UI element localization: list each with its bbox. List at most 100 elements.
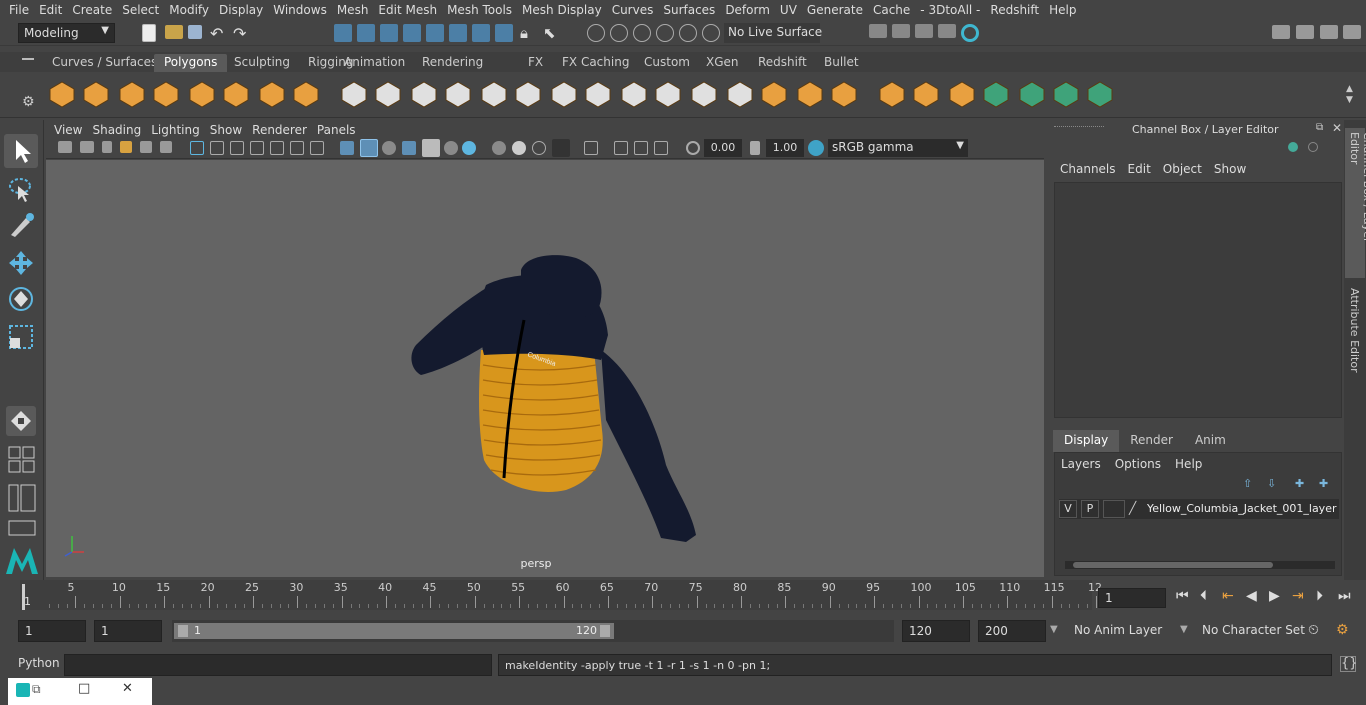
- menu-mesh-display[interactable]: Mesh Display: [517, 3, 607, 17]
- viewport-menu-shading[interactable]: Shading: [92, 123, 149, 137]
- range-start-grip[interactable]: [178, 625, 188, 637]
- shelf-tab-fx-caching[interactable]: FX Caching: [552, 54, 639, 72]
- command-input[interactable]: [64, 654, 492, 676]
- play-backward-icon[interactable]: ◀: [1246, 588, 1257, 604]
- range-end-grip[interactable]: [600, 625, 610, 637]
- poly-sphere-icon[interactable]: [48, 80, 76, 108]
- snap-surface-icon[interactable]: [679, 24, 697, 42]
- isolate-view-icon[interactable]: [654, 141, 668, 155]
- render-settings-icon[interactable]: [938, 24, 956, 38]
- move-layer-up-icon[interactable]: ⇧: [1243, 477, 1252, 490]
- attribute-editor-icon[interactable]: [1296, 25, 1314, 39]
- range-slider[interactable]: 1 120: [172, 620, 894, 642]
- menu-surfaces[interactable]: Surfaces: [658, 3, 720, 17]
- time-slider[interactable]: 5 10 15 20 25 30 35 40 45 50 55 60 65 70 75 80 85 90 95 100…: [0, 580, 1366, 616]
- viewport-menu-show[interactable]: Show: [210, 123, 250, 137]
- poly-cylinder-icon[interactable]: [118, 80, 146, 108]
- rotate-tool-icon[interactable]: [6, 284, 36, 314]
- menu-help[interactable]: Help: [1044, 3, 1081, 17]
- shelf-tab-polygons[interactable]: Polygons: [154, 54, 228, 72]
- step-forward-icon[interactable]: ⏵: [1316, 588, 1323, 604]
- wireframe-icon[interactable]: [340, 141, 354, 155]
- menu-create[interactable]: Create: [67, 3, 117, 17]
- snap-grid-icon[interactable]: [587, 24, 605, 42]
- shadows-icon[interactable]: [444, 141, 458, 155]
- shelf-tab-rendering[interactable]: Rendering: [412, 54, 493, 72]
- layer-tab-anim[interactable]: Anim: [1184, 430, 1237, 452]
- append-polygon-icon[interactable]: [584, 80, 612, 108]
- pointer-icon[interactable]: ⬉: [543, 24, 561, 42]
- go-to-start-icon[interactable]: ⏮: [1176, 588, 1189, 604]
- time-ruler[interactable]: 5 10 15 20 25 30 35 40 45 50 55 60 65 70 75 80 85 90 95 100…: [20, 580, 1102, 610]
- undo-icon[interactable]: ↶: [210, 24, 228, 43]
- channel-box-icon[interactable]: [1343, 25, 1361, 39]
- snap-together-icon[interactable]: [6, 406, 36, 436]
- camera-icon[interactable]: [58, 141, 72, 153]
- shelf-tab-sculpting[interactable]: Sculpting: [224, 54, 300, 72]
- image-plane-icon[interactable]: [120, 141, 132, 153]
- mode-dropdown[interactable]: Modeling ▼: [18, 23, 115, 43]
- layout-single-icon[interactable]: [8, 518, 36, 538]
- menu-file[interactable]: File: [4, 3, 34, 17]
- anim-layer-dropdown[interactable]: No Anim Layer: [1068, 620, 1178, 642]
- multi-cut-icon[interactable]: [726, 80, 754, 108]
- 2d-pan-zoom-icon[interactable]: [140, 141, 152, 153]
- extract-icon[interactable]: [410, 80, 438, 108]
- step-back-icon[interactable]: ⏴: [1200, 588, 1207, 604]
- layer-row[interactable]: V P ╱ Yellow_Columbia_Jacket_001_layer: [1059, 499, 1339, 519]
- help-mode-icon[interactable]: [495, 24, 513, 42]
- grid-icon[interactable]: [190, 141, 204, 155]
- separate-icon[interactable]: [374, 80, 402, 108]
- menu-curves[interactable]: Curves: [607, 3, 659, 17]
- layer-scrollbar[interactable]: [1065, 561, 1335, 569]
- bookmark-icon[interactable]: [102, 141, 112, 153]
- new-layer-selected-icon[interactable]: ✚: [1319, 477, 1328, 490]
- playback-end-field[interactable]: 120: [902, 620, 970, 642]
- next-key-icon[interactable]: ⇥: [1292, 588, 1304, 604]
- combine-icon[interactable]: [340, 80, 368, 108]
- channel-list[interactable]: [1054, 182, 1342, 418]
- layer-tab-display[interactable]: Display: [1053, 430, 1120, 452]
- boolean-icon[interactable]: [444, 80, 472, 108]
- scroll-thumb[interactable]: [1073, 562, 1273, 568]
- tab-attribute-editor[interactable]: Attribute Editor: [1345, 286, 1365, 376]
- extrude-icon[interactable]: [830, 80, 858, 108]
- menu-display[interactable]: Display: [214, 3, 268, 17]
- tab-channel-box[interactable]: Channel Box / Layer Editor: [1345, 128, 1366, 278]
- snap-point-icon[interactable]: [633, 24, 651, 42]
- menu-mesh-tools[interactable]: Mesh Tools: [442, 3, 517, 17]
- select-face-icon[interactable]: [449, 24, 467, 42]
- poly-plane-icon[interactable]: [188, 80, 216, 108]
- hypershade-icon[interactable]: [961, 24, 979, 42]
- transform-icon[interactable]: [1288, 142, 1298, 152]
- ipr-render-icon[interactable]: [915, 24, 933, 38]
- snap-plane-icon[interactable]: [656, 24, 674, 42]
- safe-action-icon[interactable]: [290, 141, 304, 155]
- paint-select-tool-icon[interactable]: [6, 210, 36, 240]
- live-surface-field[interactable]: No Live Surface: [724, 23, 822, 43]
- menu-windows[interactable]: Windows: [268, 3, 332, 17]
- open-scene-icon[interactable]: [165, 25, 183, 39]
- select-edge-icon[interactable]: [426, 24, 444, 42]
- depth-of-field-icon[interactable]: [532, 141, 546, 155]
- color-management-icon[interactable]: [808, 140, 824, 156]
- safe-title-icon[interactable]: [310, 141, 324, 155]
- shelf-tab-fx[interactable]: FX: [518, 54, 553, 72]
- character-set-dropdown[interactable]: No Character Set: [1196, 620, 1305, 642]
- layout-outliner-icon[interactable]: [8, 484, 36, 512]
- automatic-uv-icon[interactable]: [1052, 80, 1080, 108]
- go-to-end-icon[interactable]: ⏭: [1338, 588, 1351, 604]
- redo-icon[interactable]: ↷: [233, 24, 251, 43]
- menu-mesh[interactable]: Mesh: [332, 3, 374, 17]
- menu-generate[interactable]: Generate: [802, 3, 868, 17]
- menu-edit[interactable]: Edit: [34, 3, 67, 17]
- motion-blur-icon[interactable]: [492, 141, 506, 155]
- spherical-uv-icon[interactable]: [1018, 80, 1046, 108]
- fill-hole-icon[interactable]: [550, 80, 578, 108]
- shelf-tab-xgen[interactable]: XGen: [696, 54, 749, 72]
- offset-edge-loop-icon[interactable]: [690, 80, 718, 108]
- screen-space-ao-icon[interactable]: [462, 141, 476, 155]
- current-frame-field[interactable]: 1: [1098, 588, 1166, 608]
- smooth-shade-icon[interactable]: [360, 139, 378, 157]
- poly-cone-icon[interactable]: [152, 80, 180, 108]
